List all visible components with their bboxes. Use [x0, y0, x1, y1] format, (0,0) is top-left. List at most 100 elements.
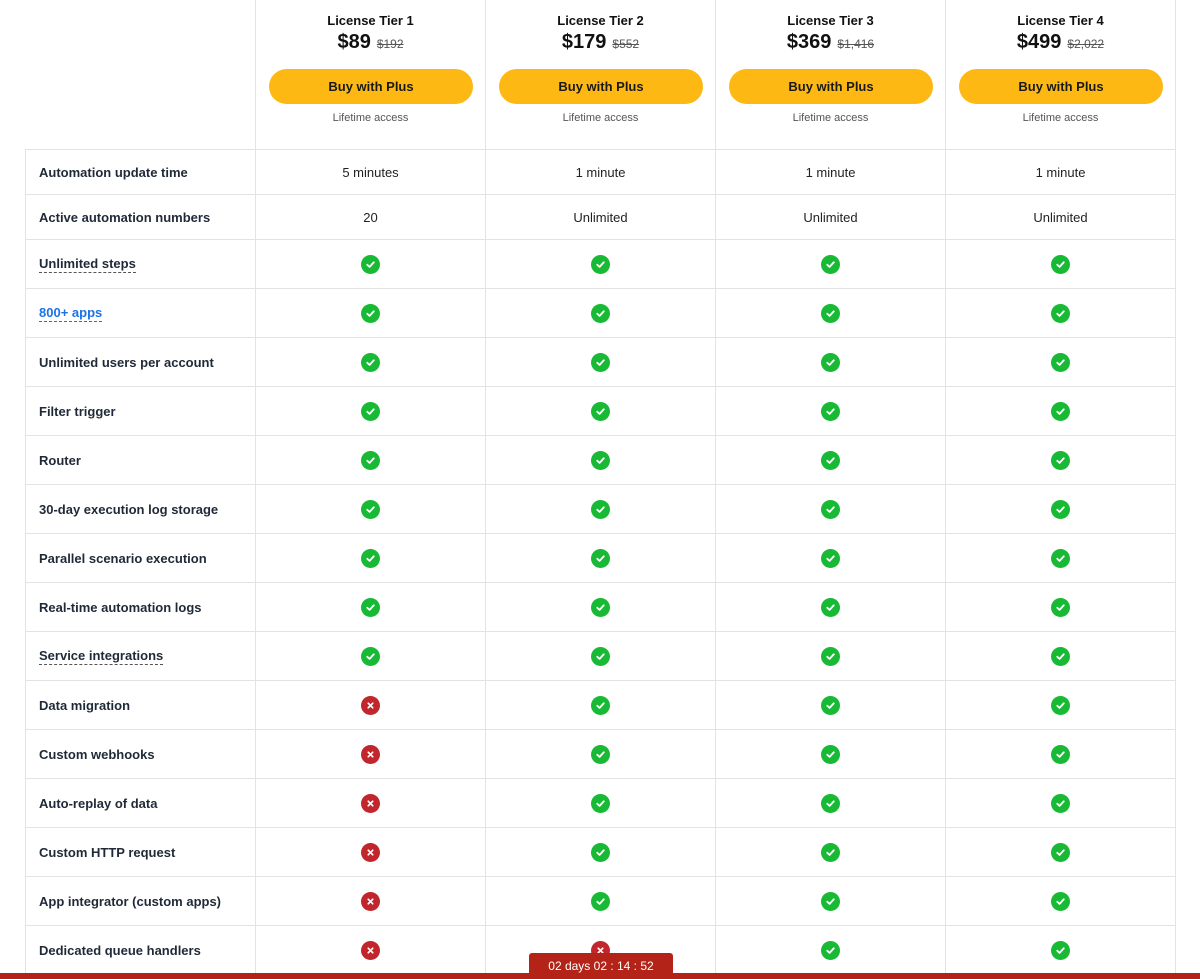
- feature-row: Automation update time 5 minutes 1 minute 1…: [25, 149, 1176, 194]
- check-circle-icon: [821, 695, 840, 715]
- feature-label-cell: Unlimited users per account: [25, 338, 256, 386]
- feature-value-text: Unlimited: [1033, 209, 1088, 225]
- feature-tooltip-label[interactable]: Unlimited steps: [39, 256, 136, 273]
- feature-label: 30-day execution log storage: [39, 501, 219, 517]
- feature-value-cell: 1 minute: [946, 150, 1176, 194]
- feature-label-cell: 30-day execution log storage: [25, 485, 256, 533]
- feature-value-cell: [486, 681, 716, 729]
- x-circle-icon: [361, 695, 380, 715]
- feature-label: Custom webhooks: [39, 746, 155, 762]
- feature-value-cell: [946, 338, 1176, 386]
- tier-column-3: License Tier 3 $369 $1,416 Buy with Plus…: [716, 0, 946, 149]
- check-circle-icon: [821, 597, 840, 617]
- check-circle-icon: [1051, 254, 1070, 274]
- feature-row: Active automation numbers 20 Unlimited Unli…: [25, 194, 1176, 239]
- check-circle-icon: [591, 793, 610, 813]
- feature-value-cell: [716, 583, 946, 631]
- feature-value-cell: [716, 877, 946, 925]
- check-circle-icon: [591, 450, 610, 470]
- feature-row: 800+ apps: [25, 288, 1176, 337]
- feature-tooltip-label[interactable]: Service integrations: [39, 648, 164, 665]
- feature-value-cell: [716, 240, 946, 288]
- feature-value-cell: [716, 681, 946, 729]
- check-circle-icon: [1051, 793, 1070, 813]
- feature-value-cell: [946, 779, 1176, 827]
- feature-label: Parallel scenario execution: [39, 550, 207, 566]
- feature-row: Unlimited steps: [25, 239, 1176, 288]
- feature-value-cell: [716, 534, 946, 582]
- feature-value-cell: [256, 828, 486, 876]
- tier-name: License Tier 4: [1017, 13, 1104, 28]
- feature-label-cell: Active automation numbers: [25, 195, 256, 239]
- feature-value-cell: [946, 632, 1176, 680]
- feature-value-cell: [946, 534, 1176, 582]
- tier-price: $369 $1,416: [716, 31, 945, 54]
- x-circle-icon: [361, 891, 380, 911]
- check-circle-icon: [821, 744, 840, 764]
- feature-label-cell: Custom HTTP request: [25, 828, 256, 876]
- check-circle-icon: [1051, 401, 1070, 421]
- original-price: $1,416: [837, 37, 875, 51]
- feature-value-cell: [716, 289, 946, 337]
- check-circle-icon: [821, 352, 840, 372]
- feature-row: App integrator (custom apps): [25, 876, 1176, 925]
- check-circle-icon: [361, 303, 380, 323]
- feature-value-cell: [716, 436, 946, 484]
- feature-value-cell: [256, 730, 486, 778]
- feature-value-cell: [946, 289, 1176, 337]
- check-circle-icon: [361, 450, 380, 470]
- feature-value-cell: Unlimited: [946, 195, 1176, 239]
- check-circle-icon: [821, 842, 840, 862]
- buy-tier-4-button[interactable]: Buy with Plus: [959, 69, 1163, 104]
- countdown-timer: 02 days 02 : 14 : 52: [529, 953, 673, 979]
- current-price: $369: [786, 31, 832, 53]
- tier-price: $499 $2,022: [946, 31, 1175, 54]
- feature-value-cell: [946, 877, 1176, 925]
- feature-label-cell: Filter trigger: [25, 387, 256, 435]
- tier-header-row: License Tier 1 $89 $192 Buy with Plus Li…: [25, 0, 1176, 149]
- check-circle-icon: [821, 303, 840, 323]
- feature-value-cell: [946, 240, 1176, 288]
- feature-value-cell: [716, 485, 946, 533]
- check-circle-icon: [821, 254, 840, 274]
- check-circle-icon: [1051, 842, 1070, 862]
- check-circle-icon: [591, 744, 610, 764]
- check-circle-icon: [1051, 303, 1070, 323]
- feature-value-cell: [256, 583, 486, 631]
- check-circle-icon: [1051, 499, 1070, 519]
- check-circle-icon: [821, 891, 840, 911]
- check-circle-icon: [591, 352, 610, 372]
- feature-label-cell: App integrator (custom apps): [25, 877, 256, 925]
- feature-link[interactable]: 800+ apps: [39, 305, 103, 322]
- check-circle-icon: [591, 303, 610, 323]
- feature-label-cell: Automation update time: [25, 150, 256, 194]
- check-circle-icon: [361, 597, 380, 617]
- check-circle-icon: [1051, 597, 1070, 617]
- feature-row: Filter trigger: [25, 386, 1176, 435]
- feature-value-cell: [256, 534, 486, 582]
- feature-value-cell: [946, 485, 1176, 533]
- feature-value-cell: [486, 338, 716, 386]
- x-circle-icon: [361, 940, 380, 960]
- check-circle-icon: [821, 499, 840, 519]
- buy-tier-1-button[interactable]: Buy with Plus: [269, 69, 473, 104]
- current-price: $179: [561, 31, 607, 53]
- buy-tier-2-button[interactable]: Buy with Plus: [499, 69, 703, 104]
- feature-value-cell: 1 minute: [486, 150, 716, 194]
- feature-value-cell: [946, 681, 1176, 729]
- lifetime-access-note: Lifetime access: [332, 112, 409, 124]
- feature-value-cell: [946, 730, 1176, 778]
- buy-tier-3-button[interactable]: Buy with Plus: [729, 69, 933, 104]
- tier-price: $89 $192: [256, 31, 485, 54]
- feature-label: Dedicated queue handlers: [39, 942, 201, 958]
- lifetime-access-note: Lifetime access: [562, 112, 639, 124]
- feature-value-text: 5 minutes: [342, 164, 399, 180]
- check-circle-icon: [1051, 891, 1070, 911]
- feature-value-cell: [486, 534, 716, 582]
- check-circle-icon: [361, 254, 380, 274]
- check-circle-icon: [1051, 744, 1070, 764]
- feature-value-cell: [716, 632, 946, 680]
- original-price: $552: [612, 37, 640, 51]
- tier-name: License Tier 1: [327, 13, 414, 28]
- feature-value-cell: [486, 828, 716, 876]
